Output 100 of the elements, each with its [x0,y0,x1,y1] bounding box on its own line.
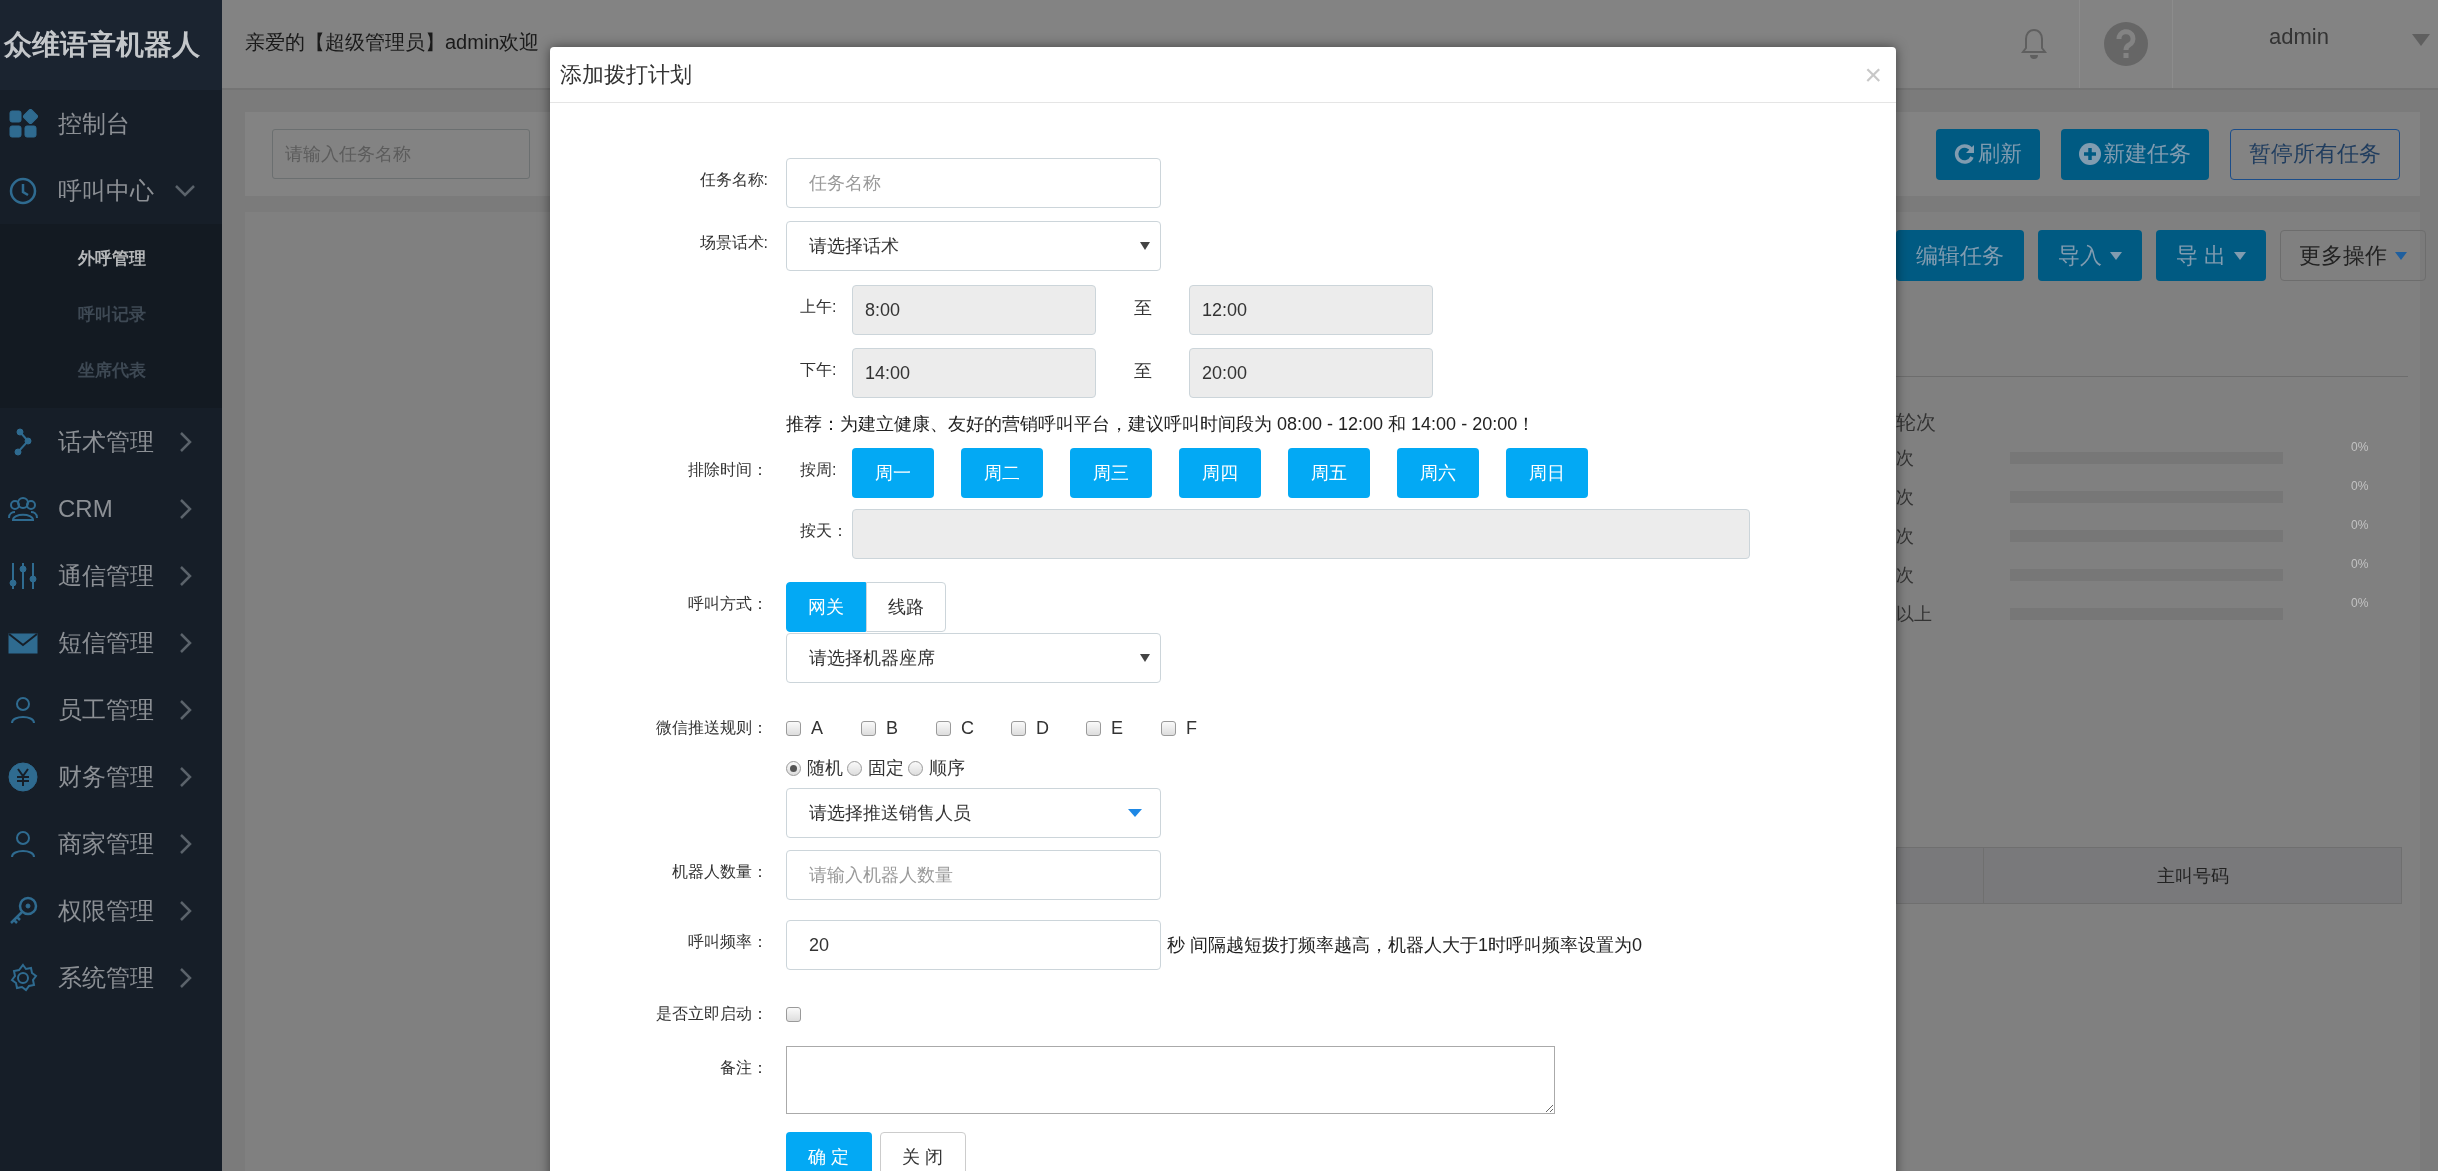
checkbox-label: A [811,717,823,739]
date-field[interactable] [852,509,1750,559]
checkbox[interactable] [1086,720,1101,736]
weekday-button[interactable]: 周四 [1179,448,1261,498]
dialog-button[interactable]: 确 定 [786,1132,872,1171]
checkbox[interactable] [786,1006,801,1022]
sidebar-item[interactable]: CRM [0,475,222,542]
field-label: 场景话术: [698,233,769,253]
stats-label: 以上 [1896,602,1933,626]
bell-icon[interactable] [2021,27,2047,61]
radio-button[interactable] [908,760,923,776]
checkbox[interactable] [1011,720,1026,736]
weekday-button[interactable]: 周六 [1397,448,1479,498]
user-name[interactable]: admin [2269,24,2329,50]
sidebar-item[interactable]: 财务管理 [0,743,222,810]
weekday-button[interactable]: 周三 [1070,448,1152,498]
toolbar-button[interactable]: 刷新 [1936,128,2040,180]
brand-title: 众维语音机器人 [0,0,222,90]
input-field[interactable]: 请输入机器人数量 [786,850,1161,900]
checkbox[interactable] [1161,720,1176,736]
clock-icon [8,175,38,206]
weekday-button[interactable]: 周五 [1288,448,1370,498]
mode-option[interactable]: 线路 [866,582,946,632]
person-icon [8,828,38,859]
select-field[interactable]: 请选择推送销售人员 [786,788,1161,838]
action-button[interactable]: 导 出 [2156,230,2267,281]
field-label: 机器人数量： [671,862,769,882]
note-field[interactable] [786,1046,1555,1114]
checkbox-label: D [1036,717,1049,739]
input-field[interactable]: 任务名称 [786,158,1161,208]
time-field[interactable]: 12:00 [1189,285,1433,335]
weekday-button[interactable]: 周二 [961,448,1043,498]
checkbox-label: F [1186,717,1197,739]
radio-label: 固定 [868,757,904,780]
field-label: 上午: [799,297,838,317]
pause-all-button[interactable]: 暂停所有任务 [2230,128,2400,180]
field-label: 微信推送规则： [655,718,769,738]
sidebar-item[interactable]: 呼叫中心 [0,157,222,224]
help-icon[interactable] [2104,22,2148,66]
stats-label: 次 [1896,524,1915,548]
field-label: 按天： [799,521,849,541]
sidebar-item[interactable]: 系统管理 [0,944,222,1011]
sidebar-item[interactable]: 权限管理 [0,877,222,944]
caret-icon [1140,242,1150,250]
sidebar-item[interactable]: 员工管理 [0,676,222,743]
percent-text: 0% [2351,518,2369,532]
chevron-right-icon [178,698,194,721]
checkbox-label: C [961,717,974,739]
weekday-button[interactable]: 周一 [852,448,934,498]
caret-icon [2395,251,2408,260]
stats-label: 次 [1896,485,1915,509]
sidebar-item[interactable]: 通信管理 [0,542,222,609]
field-label: 排除时间： [687,460,769,480]
select-field[interactable]: 请选择话术 [786,221,1161,271]
input-field[interactable]: 20 [786,920,1161,970]
radio-button[interactable] [847,760,862,776]
stats-title: 轮次 [1896,410,1937,435]
radio-label: 顺序 [929,757,965,780]
sidebar-item[interactable]: 控制台 [0,90,222,157]
yen-icon [8,761,38,792]
chevron-right-icon [178,631,194,654]
chevron-right-icon [178,430,194,453]
checkbox[interactable] [786,720,801,736]
checkbox[interactable] [936,720,951,736]
caret-icon [1140,654,1150,662]
dialog-button[interactable]: 关 闭 [880,1132,966,1171]
time-field[interactable]: 14:00 [852,348,1096,398]
caret-icon [2234,251,2247,260]
sidebar-item[interactable]: 商家管理 [0,810,222,877]
chevron-right-icon [178,564,194,587]
caret-icon [1128,809,1142,817]
dashboard-icon [8,108,38,139]
action-button[interactable]: 导入 [2038,230,2142,281]
sidebar-item[interactable]: 话术管理 [0,408,222,475]
weekday-button[interactable]: 周日 [1506,448,1588,498]
range-separator: 至 [1132,360,1153,383]
action-button[interactable]: 更多操作 [2280,230,2427,281]
field-label: 备注： [719,1058,769,1078]
radio-button[interactable] [786,760,801,776]
field-label: 下午: [799,360,838,380]
plus-icon [2079,143,2101,165]
select-field[interactable]: 请选择机器座席 [786,633,1161,683]
time-field[interactable]: 20:00 [1189,348,1433,398]
toolbar-button[interactable]: 新建任务 [2061,128,2209,180]
radio-label: 随机 [807,757,843,780]
stats-label: 次 [1896,446,1915,470]
action-button[interactable]: 编辑任务 [1896,230,2024,281]
caret-icon [2412,34,2430,46]
time-field[interactable]: 8:00 [852,285,1096,335]
percent-text: 0% [2351,440,2369,454]
settings-icon [8,962,38,993]
checkbox-label: E [1111,717,1123,739]
mode-option[interactable]: 网关 [786,582,866,632]
checkbox[interactable] [861,720,876,736]
sliders-icon [8,560,38,591]
checkbox-label: B [886,717,898,739]
submenu-item[interactable]: 外呼管理 [0,230,222,286]
chevron-right-icon [178,497,194,520]
sidebar-item[interactable]: 短信管理 [0,609,222,676]
key-icon [8,895,38,926]
